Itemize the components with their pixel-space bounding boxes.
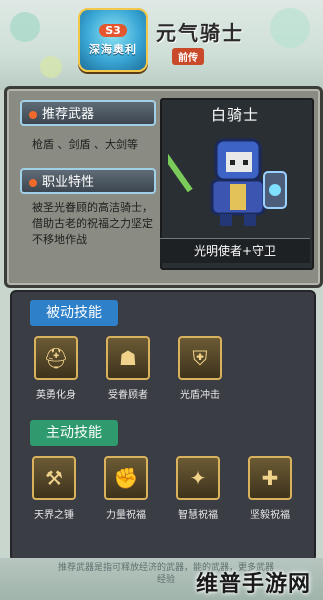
helmet-icon: ⛑ <box>34 336 78 380</box>
recommended-weapons-label: 推荐武器 <box>42 107 95 122</box>
skill-label: 光盾冲击 <box>180 390 220 401</box>
fortitude-blessing-icon: ✚ <box>248 456 292 500</box>
skill-label: 英勇化身 <box>36 390 76 401</box>
active-skill-item[interactable]: ✚ 坚毅祝福 <box>240 456 300 521</box>
game-logo-title: 元气骑士 <box>156 21 244 45</box>
decor-bubble <box>270 8 310 48</box>
event-logo-text: 深海奥利 <box>89 42 137 56</box>
skill-label: 受眷顾者 <box>108 390 148 401</box>
site-watermark: 维普手游网 <box>196 572 312 597</box>
hammer-icon: ⚒ <box>32 456 76 500</box>
hero-name: 白骑士 <box>210 106 259 124</box>
active-skills-label: 主动技能 <box>30 420 118 446</box>
decor-bubble <box>40 56 62 78</box>
passive-skill-item[interactable]: ☗ 受眷顾者 <box>98 336 158 401</box>
shield-icon: ⛨ <box>178 336 222 380</box>
recommended-weapons-text: 枪盾 、剑盾 、大剑等 <box>32 138 138 151</box>
traits-label: 职业特性 <box>42 175 95 190</box>
knight-portrait-icon <box>168 138 287 226</box>
active-skill-item[interactable]: ✦ 智慧祝福 <box>168 456 228 521</box>
event-logo: S3 深海奥利 <box>78 8 148 72</box>
power-blessing-icon: ✊ <box>104 456 148 500</box>
passive-skill-item[interactable]: ⛨ 光盾冲击 <box>170 336 230 401</box>
skill-label: 坚毅祝福 <box>250 510 290 521</box>
wisdom-blessing-icon: ✦ <box>176 456 220 500</box>
passive-skills-label: 被动技能 <box>30 300 118 326</box>
bullet-dot-icon <box>29 179 37 187</box>
passive-skill-item[interactable]: ⛑ 英勇化身 <box>26 336 86 401</box>
bullet-dot-icon <box>29 111 37 119</box>
hero-subtitle: 光明使者+守卫 <box>160 238 310 263</box>
game-logo: 元气骑士 前传 <box>156 18 256 65</box>
blessed-helmet-icon: ☗ <box>106 336 150 380</box>
game-logo-subtitle: 前传 <box>172 48 204 65</box>
skill-label: 天界之锤 <box>34 510 74 521</box>
traits-tag: 职业特性 <box>20 168 156 194</box>
skill-label: 力量祝福 <box>106 510 146 521</box>
decor-bubble <box>10 12 40 42</box>
skill-label: 智慧祝福 <box>178 510 218 521</box>
active-skill-item[interactable]: ✊ 力量祝福 <box>96 456 156 521</box>
recommended-weapons-tag: 推荐武器 <box>20 100 156 126</box>
active-skill-item[interactable]: ⚒ 天界之锤 <box>24 456 84 521</box>
episode-badge: S3 <box>99 23 127 37</box>
traits-description: 被圣光眷顾的高洁骑士，借助古老的祝福之力坚定不移地作战 <box>32 201 153 246</box>
